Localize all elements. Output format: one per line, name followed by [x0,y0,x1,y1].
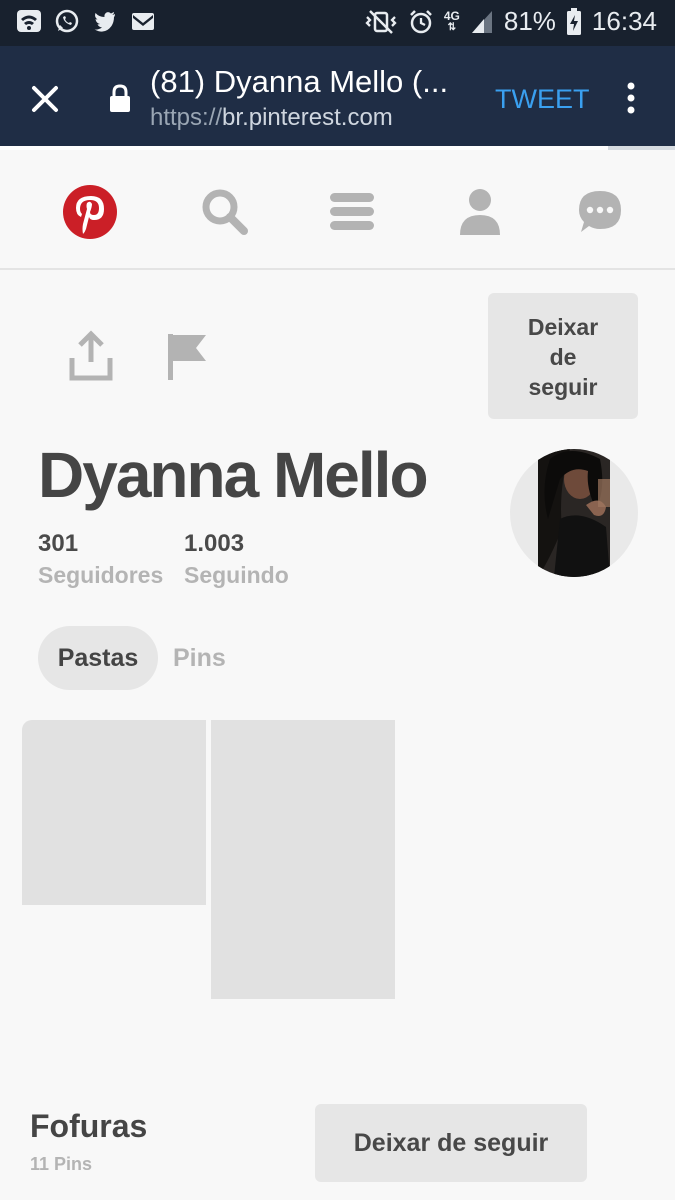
lock-icon [110,84,130,112]
tweet-button[interactable]: TWEET [495,84,590,115]
following-stat[interactable]: 1.003 Seguindo [184,530,289,589]
alarm-icon [409,9,432,33]
whatsapp-icon [55,9,79,33]
menu-icon [330,193,374,230]
profile-name: Dyanna Mello [38,439,429,511]
vibrate-mute-icon [365,9,397,34]
pinterest-logo-icon [63,185,117,239]
nav-menu[interactable] [322,182,382,242]
following-label: Seguindo [184,562,289,588]
unfollow-line-1: Deixar [527,314,599,340]
unfollow-line-2: de [549,344,577,370]
avatar-photo [538,449,610,577]
page-title: (81) Dyanna Mello (... [150,64,449,99]
more-options-icon[interactable] [618,78,644,118]
twitter-icon [94,12,115,32]
gmail-icon [132,13,154,30]
followers-stat[interactable]: 301 Seguidores [38,530,163,589]
board-cover-tile[interactable] [211,720,395,999]
tab-boards[interactable]: Pastas [38,626,158,690]
unfollow-line-3: seguir [528,374,598,400]
clock: 16:34 [591,6,657,36]
status-bar: 4G ⇅ 81% 16:34 [0,0,675,46]
nav-search[interactable] [195,182,255,242]
unfollow-board-button[interactable]: Deixar de seguir [315,1104,587,1182]
unfollow-user-button[interactable]: Deixar de seguir [488,293,638,419]
close-icon[interactable] [22,76,68,122]
profile-icon [460,189,500,235]
followers-label: Seguidores [38,562,164,588]
flag-icon[interactable] [166,330,212,384]
avatar [510,449,638,577]
page-url: https://br.pinterest.com [150,104,393,132]
messages-icon [579,191,621,232]
tab-pins[interactable]: Pins [173,626,226,690]
screen: 4G ⇅ 81% 16:34 (81) Dyanna Mello (... ht… [0,0,675,1200]
url-scheme: https:// [150,104,223,131]
nav-profile[interactable] [450,182,510,242]
board-pin-count: 11 Pins [30,1154,93,1174]
share-icon[interactable] [68,330,114,384]
browser-toolbar: (81) Dyanna Mello (... https://br.pinter… [0,46,675,146]
search-icon [202,189,248,235]
battery-percent: 81% [503,6,556,36]
pinterest-nav [0,150,675,270]
followers-count: 301 [38,530,79,557]
board-cover-tile[interactable] [22,720,206,905]
battery-charging-icon [566,7,581,35]
nav-messages[interactable] [570,182,630,242]
nav-home[interactable] [60,182,120,242]
signal-icon [471,10,492,33]
network-type: 4G ⇅ [443,8,460,33]
wifi-icon [17,10,41,32]
url-host: br.pinterest.com [222,104,393,131]
board-title[interactable]: Fofuras [30,1108,147,1145]
following-count: 1.003 [184,530,245,557]
